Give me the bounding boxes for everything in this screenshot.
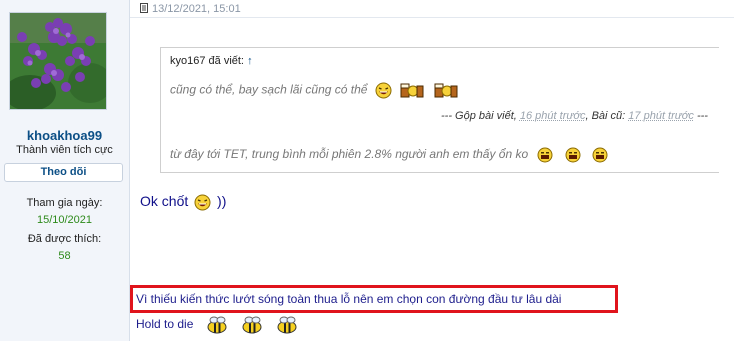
- merge-mid: , Bài cũ:: [585, 110, 626, 122]
- merge-prefix: --- Gộp bài viết,: [441, 110, 517, 122]
- quote-text-2: từ đây tới TET, trung bình mỗi phiên 2.8…: [170, 147, 529, 162]
- quote-line-1: cũng có thể, bay sạch lãi cũng có thể: [170, 82, 459, 99]
- beer-cheers-icon: [434, 83, 457, 98]
- laughing-smiley-icon: [375, 82, 392, 99]
- merge-time-new[interactable]: 16 phút trước: [520, 110, 586, 122]
- bee-icon: [207, 316, 227, 334]
- likes-label: Đã được thích:: [27, 233, 102, 245]
- joined-label: Tham gia ngày:: [26, 197, 103, 209]
- quote-text-1: cũng có thể, bay sạch lãi cũng có thể: [170, 82, 368, 97]
- avatar-flower-image: [10, 13, 106, 109]
- bee-icon: [277, 316, 297, 334]
- likes-value[interactable]: 58: [0, 250, 129, 262]
- beer-cheers-icon: [400, 83, 424, 98]
- merge-time-old[interactable]: 17 phút trước: [628, 110, 694, 122]
- signature-line-1: Vì thiếu kiến thức lướt sóng toàn thua l…: [136, 292, 562, 306]
- merged-post-notice: --- Gộp bài viết, 16 phút trước, Bài cũ:…: [441, 110, 708, 122]
- signature-line-2: Hold to die: [136, 316, 299, 334]
- jump-to-quote-link[interactable]: ↑: [247, 55, 253, 67]
- reply-suffix: )): [217, 193, 227, 209]
- quote-author: kyo167 đã viết:: [170, 55, 244, 67]
- merge-suffix: ---: [696, 110, 708, 122]
- document-icon: [140, 3, 148, 13]
- post-header: 13/12/2021, 15:01: [130, 0, 734, 18]
- shouting-smiley-icon: [537, 147, 553, 163]
- post-message: Ok chốt )): [140, 193, 226, 211]
- reply-text: Ok chốt: [140, 193, 189, 209]
- joined-value: 15/10/2021: [36, 214, 93, 226]
- laughing-smiley-icon: [194, 194, 211, 211]
- shouting-smiley-icon: [592, 147, 608, 163]
- quote-attribution: kyo167 đã viết: ↑: [170, 55, 253, 67]
- user-title: Thành viên tích cực: [16, 144, 113, 156]
- post-date[interactable]: 13/12/2021, 15:01: [152, 3, 241, 15]
- signature-hold-text: Hold to die: [136, 317, 194, 332]
- shouting-smiley-icon: [565, 147, 581, 163]
- quote-line-2: từ đây tới TET, trung bình mỗi phiên 2.8…: [170, 147, 608, 163]
- avatar[interactable]: [9, 12, 107, 110]
- username-link[interactable]: khoakhoa99: [0, 128, 129, 143]
- bee-icon: [242, 316, 262, 334]
- follow-button[interactable]: Theo dõi: [4, 163, 123, 182]
- user-info-panel: khoakhoa99 Thành viên tích cực Theo dõi …: [0, 0, 130, 341]
